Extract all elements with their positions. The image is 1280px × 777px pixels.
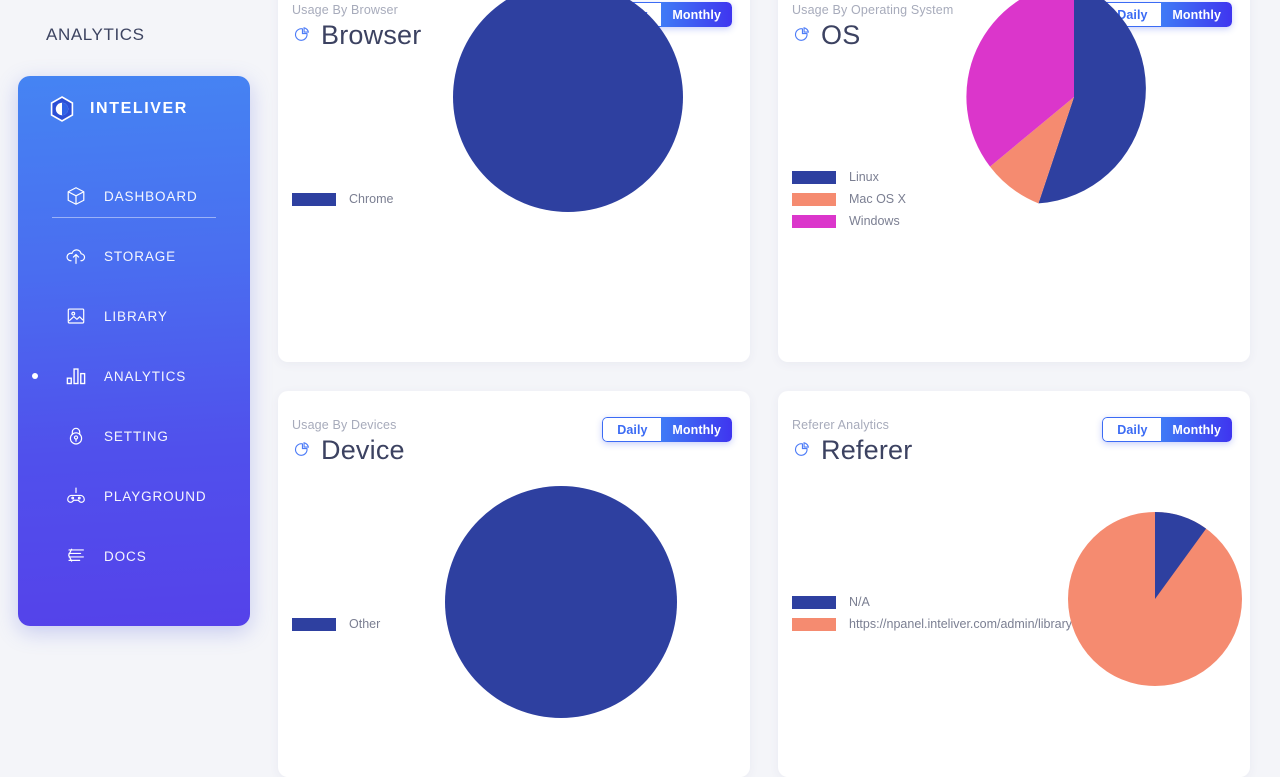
brand-name: INTELIVER [90,100,188,117]
pie-chart-browser[interactable] [453,0,693,222]
legend-label: Linux [849,170,879,184]
card-subtitle: Usage By Operating System [792,3,954,17]
document-lines-icon [64,544,88,568]
period-toggle-referer[interactable]: Daily Monthly [1102,417,1232,442]
legend-item[interactable]: Windows [792,210,906,232]
card-subtitle: Referer Analytics [792,418,890,432]
chart-legend: N/A https://npanel.inteliver.com/admin/l… [792,591,1072,635]
chart-legend: Other [292,613,380,635]
card-heading: Device [292,433,405,467]
card-browser: Usage By Browser Browser Daily Monthly C… [278,0,750,362]
legend-item[interactable]: N/A [792,591,1072,613]
cloud-upload-icon [64,244,88,268]
card-title: Browser [321,20,422,50]
sidebar-item-docs[interactable]: DOCS [18,526,250,586]
sidebar-item-label: ANALYTICS [104,368,187,384]
sidebar-item-dashboard[interactable]: DASHBOARD [18,166,250,226]
card-subtitle: Usage By Browser [292,3,398,17]
chart-legend: Linux Mac OS X Windows [792,166,906,232]
sidebar-item-storage[interactable]: STORAGE [18,226,250,286]
card-subtitle: Usage By Devices [292,418,397,432]
cube-icon [64,184,88,208]
legend-swatch [792,170,836,184]
legend-label: https://npanel.inteliver.com/admin/libra… [849,617,1073,631]
bar-chart-icon [64,364,88,388]
gamepad-icon [64,484,88,508]
pie-chart-icon [292,26,310,44]
daily-toggle-button[interactable]: Daily [1102,417,1162,442]
pie-chart-icon [792,26,810,44]
legend-item[interactable]: Other [292,613,380,635]
lock-icon [64,424,88,448]
legend-swatch [792,192,836,206]
image-icon [64,304,88,328]
legend-label: Mac OS X [849,192,906,206]
sidebar-item-label: DASHBOARD [104,188,198,204]
pie-slice-other [445,486,677,718]
pie-slice-chrome [453,0,683,212]
card-heading: Browser [292,18,421,52]
legend-label: N/A [849,595,870,609]
sidebar-item-setting[interactable]: SETTING [18,406,250,466]
sidebar-item-label: PLAYGROUND [104,488,207,504]
card-device: Usage By Devices Device Daily Monthly Ot… [278,391,750,777]
sidebar-item-label: STORAGE [104,248,177,264]
legend-item[interactable]: Mac OS X [792,188,906,210]
sidebar-item-playground[interactable]: PLAYGROUND [18,466,250,526]
sidebar: INTELIVER DASHBOARD STORAGE LIBRARY ANAL… [18,76,250,626]
inteliver-hex-logo-icon [48,95,76,123]
pie-chart-os[interactable] [959,0,1199,222]
legend-swatch [792,617,836,631]
monthly-toggle-button[interactable]: Monthly [661,417,732,442]
monthly-toggle-button[interactable]: Monthly [1161,417,1232,442]
pie-chart-device[interactable] [445,486,687,728]
legend-label: Windows [849,214,900,228]
card-heading: OS [792,18,860,52]
pie-chart-icon [292,441,310,459]
card-referer: Referer Analytics Referer Daily Monthly … [778,391,1250,777]
legend-swatch [292,617,336,631]
legend-item[interactable]: Linux [792,166,906,188]
sidebar-item-label: DOCS [104,548,147,564]
page-title: ANALYTICS [46,25,145,44]
pie-chart-referer[interactable] [1068,512,1242,686]
card-title: OS [821,20,861,50]
legend-label: Chrome [349,192,394,206]
card-title: Device [321,435,405,465]
brand[interactable]: INTELIVER [18,76,250,142]
legend-swatch [792,595,836,609]
card-os: Usage By Operating System OS Daily Month… [778,0,1250,362]
legend-item[interactable]: https://npanel.inteliver.com/admin/libra… [792,613,1072,635]
card-heading: Referer [792,433,912,467]
chart-legend: Chrome [292,188,393,210]
card-title: Referer [821,435,913,465]
active-dot [32,373,38,379]
legend-swatch [792,214,836,228]
sidebar-item-library[interactable]: LIBRARY [18,286,250,346]
daily-toggle-button[interactable]: Daily [602,417,662,442]
sidebar-nav: DASHBOARD STORAGE LIBRARY ANALYTICS SETT… [18,166,250,586]
legend-item[interactable]: Chrome [292,188,393,210]
sidebar-item-analytics[interactable]: ANALYTICS [18,346,250,406]
sidebar-item-label: SETTING [104,428,169,444]
pie-chart-icon [792,441,810,459]
legend-swatch [292,192,336,206]
sidebar-item-label: LIBRARY [104,308,168,324]
period-toggle-device[interactable]: Daily Monthly [602,417,732,442]
legend-label: Other [349,617,381,631]
